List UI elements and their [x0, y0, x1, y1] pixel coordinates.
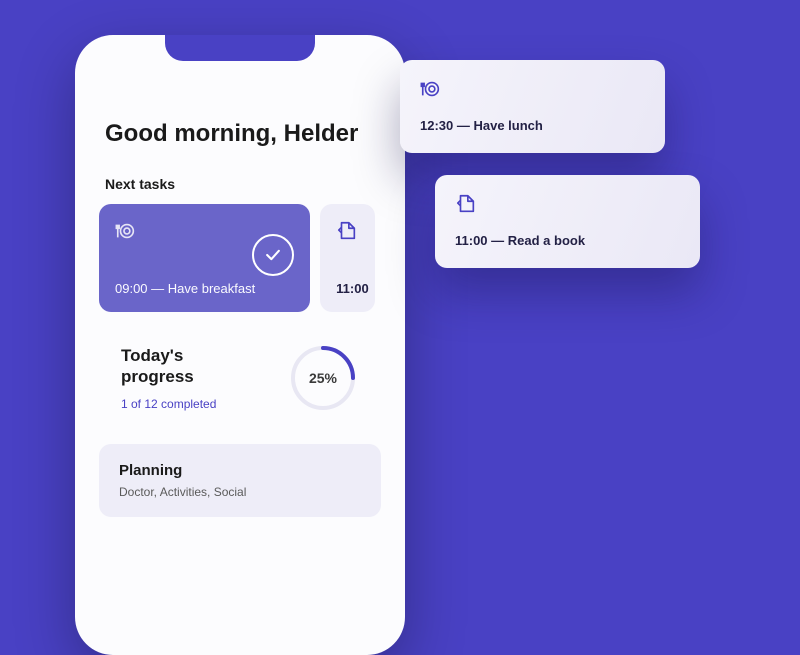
- progress-percent: 25%: [309, 370, 337, 386]
- check-icon[interactable]: [252, 234, 294, 276]
- planning-title: Planning: [119, 462, 361, 479]
- task-text: 09:00 — Have breakfast: [115, 281, 294, 296]
- floating-task-lunch[interactable]: 12:30 — Have lunch: [400, 60, 665, 153]
- phone-notch: [165, 35, 315, 61]
- book-icon: [336, 220, 375, 242]
- greeting-title: Good morning, Helder: [105, 120, 375, 148]
- book-icon: [455, 193, 680, 215]
- progress-text: Today'sprogress 1 of 12 completed: [121, 345, 216, 412]
- phone-frame: Good morning, Helder Next tasks 09:00 — …: [75, 35, 405, 655]
- progress-ring: 25%: [287, 342, 359, 414]
- progress-title: Today'sprogress: [121, 345, 216, 388]
- task-card-breakfast[interactable]: 09:00 — Have breakfast: [99, 204, 310, 312]
- floating-task-book[interactable]: 11:00 — Read a book: [435, 175, 700, 268]
- progress-sub: 1 of 12 completed: [121, 397, 216, 411]
- floating-task-text: 11:00 — Read a book: [455, 233, 680, 248]
- task-card-secondary[interactable]: 11:00: [320, 204, 375, 312]
- task-text: 11:00: [336, 281, 375, 296]
- floating-task-text: 12:30 — Have lunch: [420, 118, 645, 133]
- progress-section: Today'sprogress 1 of 12 completed 25%: [105, 342, 375, 414]
- next-tasks-label: Next tasks: [105, 176, 375, 192]
- task-row: 09:00 — Have breakfast 11:00: [99, 204, 375, 312]
- plate-icon: [420, 78, 645, 100]
- phone-content: Good morning, Helder Next tasks 09:00 — …: [75, 35, 405, 517]
- planning-sub: Doctor, Activities, Social: [119, 485, 361, 499]
- planning-card[interactable]: Planning Doctor, Activities, Social: [99, 444, 381, 517]
